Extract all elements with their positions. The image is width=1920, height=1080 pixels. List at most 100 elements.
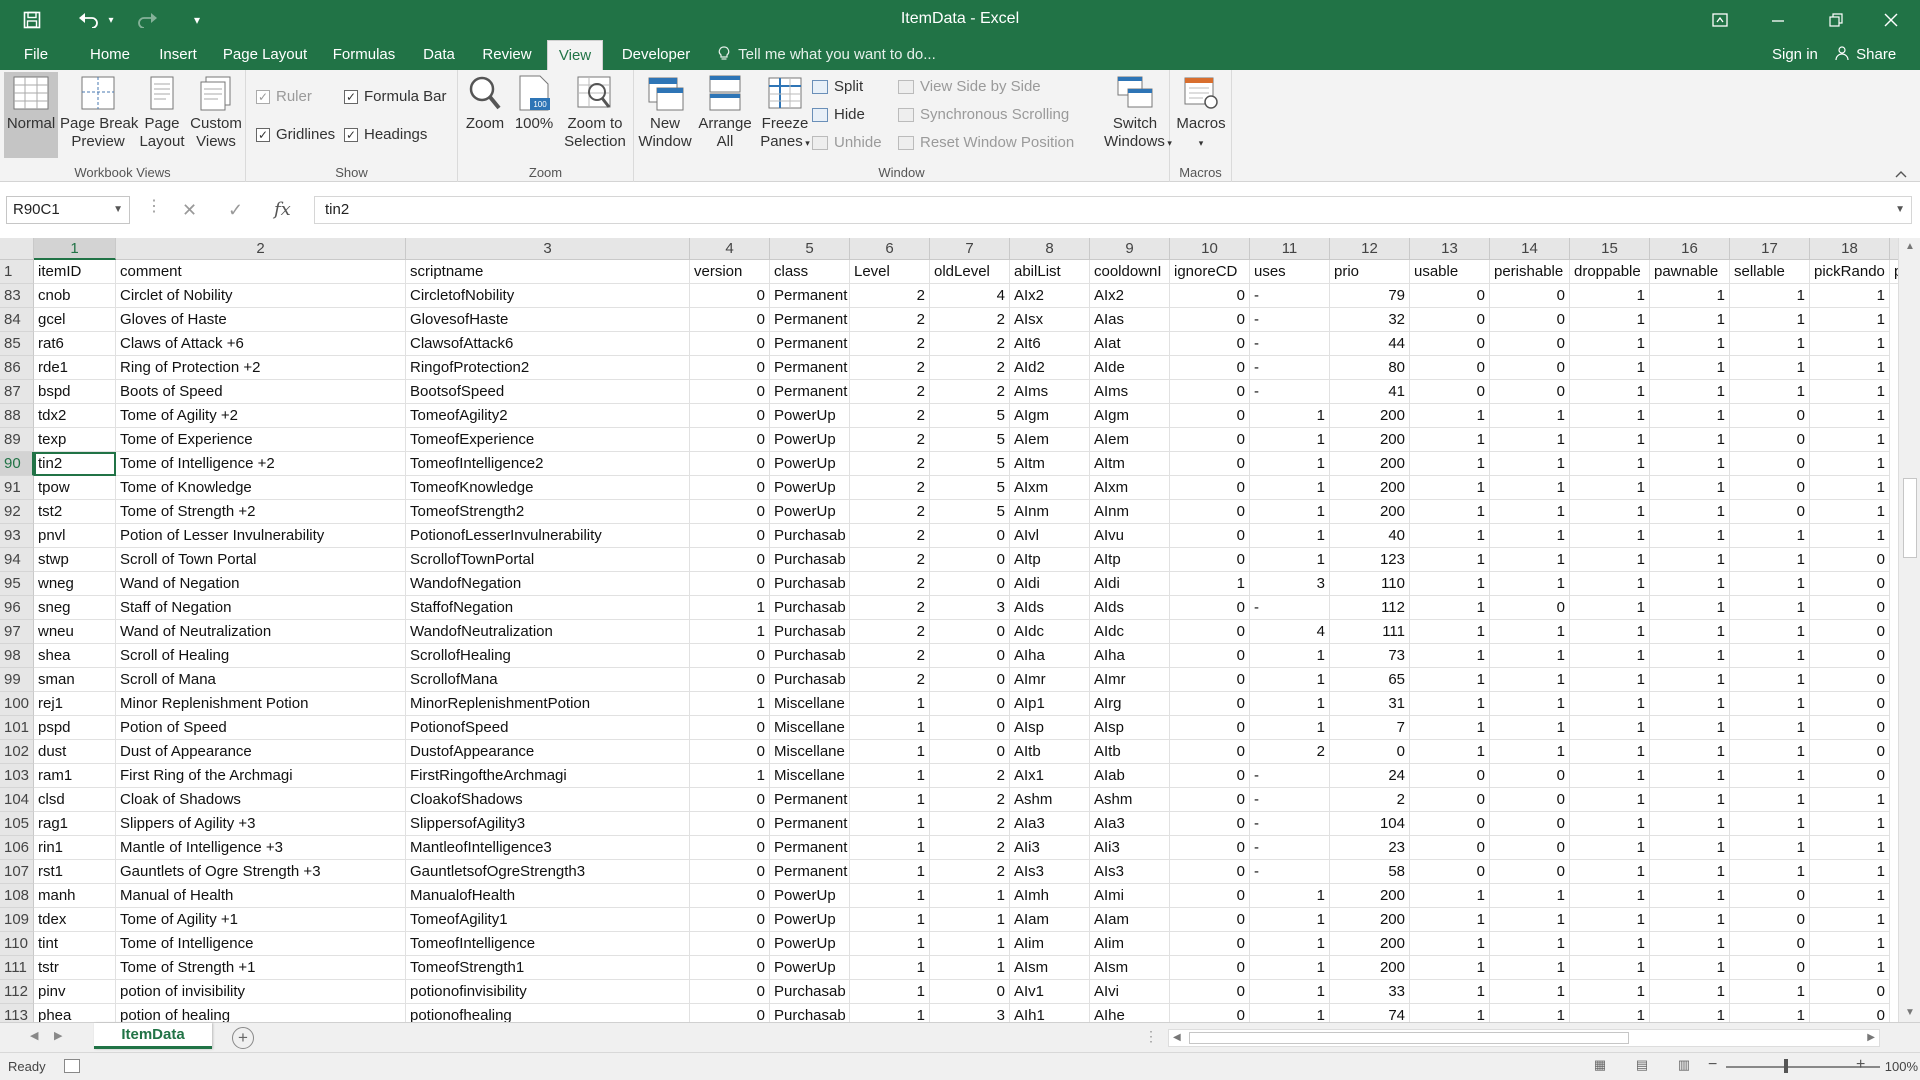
cell[interactable]: 1 — [1410, 572, 1490, 596]
cell[interactable]: AItp — [1090, 548, 1170, 572]
cell[interactable]: PowerUp — [770, 908, 850, 932]
cell[interactable]: - — [1250, 284, 1330, 308]
cell[interactable]: AIde — [1090, 356, 1170, 380]
cell[interactable]: 1 — [1810, 524, 1890, 548]
cell[interactable]: 0 — [1410, 812, 1490, 836]
cell[interactable]: 1 — [850, 764, 930, 788]
cell[interactable]: 0 — [690, 332, 770, 356]
cell[interactable]: 1 — [1650, 308, 1730, 332]
cell[interactable]: AImr — [1010, 668, 1090, 692]
sheet-prev-icon[interactable]: ◀ — [30, 1029, 38, 1042]
view-side-by-side-button[interactable]: View Side by Side — [898, 78, 1041, 95]
cell[interactable]: 1 — [1810, 332, 1890, 356]
cell[interactable]: 1 — [1730, 380, 1810, 404]
cell[interactable]: TomeofAgility1 — [406, 908, 690, 932]
cell[interactable]: Mantle of Intelligence +3 — [116, 836, 406, 860]
cell[interactable]: 0 — [1170, 812, 1250, 836]
cell[interactable]: 5 — [930, 500, 1010, 524]
horizontal-scroll-thumb[interactable] — [1189, 1032, 1629, 1044]
cell[interactable]: 1 — [1570, 548, 1650, 572]
cell[interactable]: TomeofStrength1 — [406, 956, 690, 980]
name-box[interactable]: R90C1 ▼ — [6, 196, 130, 224]
cell[interactable]: 1 — [1810, 428, 1890, 452]
cell[interactable]: rin1 — [34, 836, 116, 860]
collapse-ribbon-icon[interactable] — [1894, 166, 1908, 182]
page-layout-view-button[interactable]: Page Layout — [138, 72, 186, 151]
cell[interactable]: perishable — [1490, 260, 1570, 284]
formula-bar-checkbox[interactable]: ✓ Formula Bar — [344, 88, 447, 105]
switch-windows-button[interactable]: Switch Windows ▾ — [1104, 72, 1172, 152]
cell[interactable]: 1 — [1250, 644, 1330, 668]
cell[interactable]: 1 — [1650, 524, 1730, 548]
cell[interactable]: 1 — [1250, 932, 1330, 956]
cell[interactable]: AIx2 — [1010, 284, 1090, 308]
cell[interactable]: Tome of Knowledge — [116, 476, 406, 500]
cell[interactable]: Cloak of Shadows — [116, 788, 406, 812]
cell[interactable]: 123 — [1330, 548, 1410, 572]
cell[interactable]: ManualofHealth — [406, 884, 690, 908]
cell[interactable]: AIds — [1010, 596, 1090, 620]
row-header[interactable]: 96 — [0, 596, 34, 620]
cell[interactable]: 104 — [1330, 812, 1410, 836]
cell[interactable]: 1 — [1810, 356, 1890, 380]
cell[interactable]: 0 — [1490, 596, 1570, 620]
cell[interactable]: 0 — [1170, 620, 1250, 644]
tab-split-handle-icon[interactable]: ⋮ — [1144, 1028, 1158, 1045]
cell[interactable]: Tome of Agility +1 — [116, 908, 406, 932]
cell[interactable]: 0 — [1810, 980, 1890, 1004]
cell[interactable]: Tome of Strength +2 — [116, 500, 406, 524]
tab-developer[interactable]: Developer — [614, 40, 698, 70]
cell[interactable]: 1 — [1650, 404, 1730, 428]
cell[interactable]: 1 — [1570, 620, 1650, 644]
cell[interactable]: tstr — [34, 956, 116, 980]
cell[interactable]: 1 — [1810, 956, 1890, 980]
cell[interactable]: - — [1250, 764, 1330, 788]
cell[interactable]: 0 — [1170, 596, 1250, 620]
cell[interactable]: 0 — [1810, 692, 1890, 716]
row-header[interactable]: 100 — [0, 692, 34, 716]
horizontal-scrollbar[interactable]: ◀ ▶ — [1168, 1029, 1880, 1047]
cell[interactable]: StaffofNegation — [406, 596, 690, 620]
cell[interactable]: 1 — [1410, 644, 1490, 668]
cell[interactable]: 0 — [1490, 380, 1570, 404]
cell[interactable]: 74 — [1330, 1004, 1410, 1022]
cell[interactable]: AIim — [1010, 932, 1090, 956]
row-header[interactable]: 103 — [0, 764, 34, 788]
cell[interactable]: 1 — [1650, 836, 1730, 860]
cell[interactable]: TomeofIntelligence2 — [406, 452, 690, 476]
cell[interactable]: 1 — [1490, 524, 1570, 548]
cell[interactable]: 1 — [1410, 980, 1490, 1004]
cell[interactable]: 1 — [1730, 716, 1810, 740]
cell[interactable]: abilList — [1010, 260, 1090, 284]
cell[interactable]: 1 — [1490, 404, 1570, 428]
cell[interactable]: 1 — [1810, 788, 1890, 812]
cell[interactable]: 1 — [1570, 380, 1650, 404]
cell[interactable]: 1 — [1730, 524, 1810, 548]
macros-button[interactable]: Macros ▾ — [1174, 72, 1228, 152]
cell[interactable]: 1 — [1410, 620, 1490, 644]
cell[interactable]: AItm — [1010, 452, 1090, 476]
column-header[interactable]: 2 — [116, 238, 406, 260]
cell[interactable]: ignoreCD — [1170, 260, 1250, 284]
cell[interactable]: 1 — [1570, 764, 1650, 788]
cell[interactable]: TomeofIntelligence — [406, 932, 690, 956]
cell[interactable]: AIim — [1090, 932, 1170, 956]
cell[interactable]: 0 — [1170, 788, 1250, 812]
row-header[interactable]: 93 — [0, 524, 34, 548]
column-header[interactable]: 16 — [1650, 238, 1730, 260]
cell[interactable]: 111 — [1330, 620, 1410, 644]
cell[interactable]: 0 — [1810, 764, 1890, 788]
row-header[interactable]: 92 — [0, 500, 34, 524]
column-header[interactable]: 12 — [1330, 238, 1410, 260]
cell[interactable]: 1 — [1810, 908, 1890, 932]
cell[interactable]: Boots of Speed — [116, 380, 406, 404]
tell-me-search[interactable]: Tell me what you want to do... — [718, 40, 936, 70]
cell[interactable]: AIs3 — [1090, 860, 1170, 884]
cell[interactable]: Purchasab — [770, 644, 850, 668]
cell[interactable]: 0 — [690, 356, 770, 380]
tab-data[interactable]: Data — [414, 40, 464, 70]
cell[interactable]: 1 — [1730, 284, 1810, 308]
cell[interactable]: 0 — [1410, 836, 1490, 860]
cell[interactable]: 1 — [1570, 524, 1650, 548]
cell[interactable]: 1 — [690, 764, 770, 788]
